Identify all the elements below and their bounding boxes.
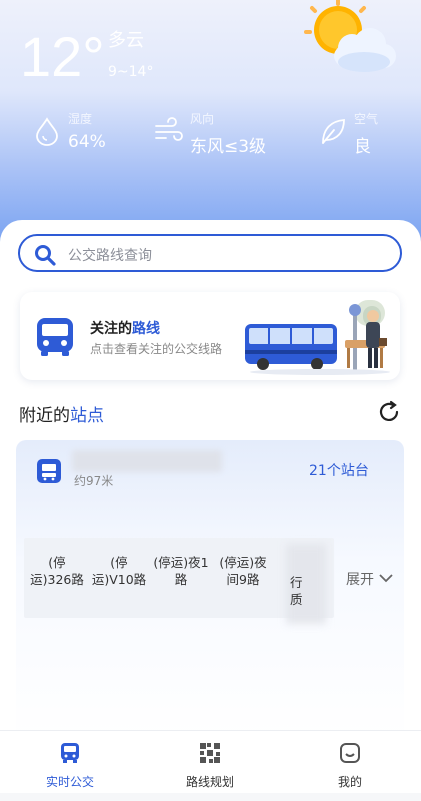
nearby-stations-title: 附近的站点 — [19, 401, 104, 426]
followed-routes-title: 关注的路线 — [90, 318, 160, 338]
refresh-icon[interactable] — [376, 399, 402, 429]
title-prefix: 附近的 — [19, 406, 70, 426]
wind-stat: 风向 东风≤3级 — [154, 110, 284, 160]
title-highlight: 路线 — [132, 321, 160, 337]
tab-route-planning[interactable]: 路线规划 — [160, 731, 260, 795]
followed-routes-card[interactable]: 关注的路线 点击查看关注的公交线路 — [20, 292, 400, 380]
station-card[interactable]: 约97米 21个站台 (停运)326路 (停运)V10路 (停运)夜1路 (停运… — [16, 440, 404, 740]
wind-value: 东风≤3级 — [190, 137, 267, 157]
wind-label: 风向 — [190, 112, 215, 126]
tab-label: 路线规划 — [185, 775, 234, 789]
home-indicator-bar — [0, 793, 421, 801]
followed-routes-subtitle: 点击查看关注的公交线路 — [90, 342, 223, 356]
route-item[interactable]: (停运)夜间9路 — [214, 554, 272, 588]
air-stat: 空气 良 — [318, 110, 398, 160]
leaf-icon — [318, 116, 348, 146]
tab-realtime-bus[interactable]: 实时公交 — [20, 731, 120, 795]
route-list: (停运)326路 (停运)V10路 (停运)夜1路 (停运)夜间9路 行 质 — [24, 538, 334, 624]
route-item[interactable]: (停运)V10路 — [90, 554, 148, 588]
bus-stop-illustration — [245, 294, 395, 380]
bottom-tab-bar: 实时公交 路线规划 我的 — [0, 730, 421, 801]
route-map-icon — [198, 741, 222, 765]
station-count[interactable]: 21个站台 — [309, 460, 369, 480]
title-highlight: 站点 — [70, 406, 104, 426]
temperature-range: 9~14° — [108, 64, 154, 80]
tab-label: 实时公交 — [45, 775, 94, 789]
station-name-redacted — [72, 450, 222, 472]
route-search-bar[interactable]: 公交路线查询 — [18, 234, 402, 272]
humidity-value: 64% — [68, 132, 106, 152]
air-value: 良 — [354, 137, 371, 157]
expand-label: 展开 — [346, 572, 374, 588]
chevron-down-icon — [378, 572, 394, 588]
profile-icon — [338, 741, 362, 765]
humidity-icon — [32, 116, 62, 146]
air-label: 空气 — [354, 112, 379, 126]
partly-cloudy-icon — [300, 0, 400, 80]
humidity-stat: 湿度 64% — [32, 110, 122, 160]
title-prefix: 关注的 — [90, 321, 132, 337]
temperature: 12° — [20, 25, 105, 88]
search-icon — [34, 244, 56, 270]
tab-label: 我的 — [337, 775, 362, 789]
route-item[interactable]: (停运)326路 — [28, 554, 86, 588]
bus-stop-icon — [36, 458, 62, 488]
weather-condition: 多云 — [108, 30, 144, 51]
bus-icon — [58, 741, 82, 765]
tab-profile[interactable]: 我的 — [300, 731, 400, 795]
bus-icon — [34, 316, 76, 362]
humidity-label: 湿度 — [68, 112, 93, 126]
station-distance: 约97米 — [74, 474, 114, 488]
search-placeholder: 公交路线查询 — [68, 248, 152, 264]
expand-button[interactable]: 展开 — [346, 569, 394, 589]
route-item-partial: 行 质 — [290, 575, 303, 607]
wind-icon — [154, 116, 184, 146]
route-item[interactable]: (停运)夜1路 — [152, 554, 210, 588]
